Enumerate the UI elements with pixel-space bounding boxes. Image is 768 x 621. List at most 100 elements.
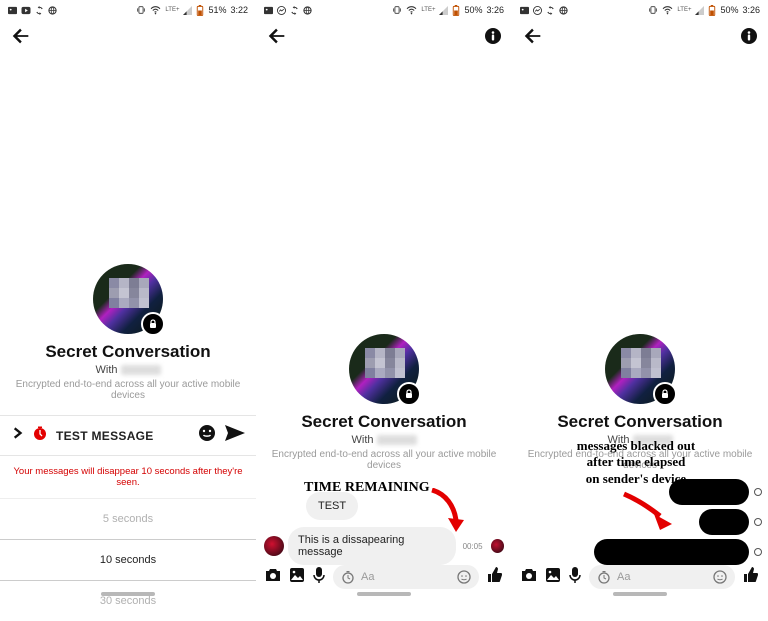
gallery-icon <box>289 567 305 583</box>
mic-button[interactable] <box>312 566 326 589</box>
input-bar: Aa <box>512 563 768 591</box>
info-icon <box>484 27 502 45</box>
subtitle: With <box>0 364 256 376</box>
send-icon <box>224 424 246 442</box>
lock-badge-icon <box>653 382 677 406</box>
camera-icon <box>520 567 538 583</box>
globe-icon <box>48 6 57 15</box>
panel-conversation-expired: LTE+ 50% 3:26 Secret Conversation With E… <box>512 0 768 597</box>
avatar[interactable] <box>605 334 675 404</box>
send-button[interactable] <box>224 424 246 447</box>
globe-icon <box>303 6 312 15</box>
back-button[interactable] <box>266 25 288 47</box>
compose-bar: TEST MESSAGE <box>0 415 256 456</box>
delivery-ring-icon <box>754 518 762 526</box>
input-timer-icon <box>341 570 355 584</box>
message-input[interactable]: Aa <box>333 565 479 589</box>
wifi-icon <box>662 6 673 15</box>
photo-icon <box>8 6 17 15</box>
battery-icon <box>452 5 460 16</box>
navbar <box>512 18 768 54</box>
back-arrow-icon <box>522 25 544 47</box>
input-smiley-icon <box>713 570 727 584</box>
timer-option-1[interactable]: 10 seconds <box>0 539 256 581</box>
sender-avatar-icon[interactable] <box>264 536 284 556</box>
clock: 3:26 <box>742 5 760 15</box>
signal-icon <box>439 6 448 15</box>
lock-badge-icon <box>141 312 165 336</box>
status-bar: LTE+ 50% 3:26 <box>512 0 768 18</box>
message-expired-2[interactable] <box>699 509 749 535</box>
chat-area <box>512 477 768 567</box>
back-arrow-icon <box>10 25 32 47</box>
battery-icon <box>196 5 204 16</box>
back-button[interactable] <box>522 25 544 47</box>
chevron-right-icon <box>10 426 24 440</box>
compose-input[interactable]: TEST MESSAGE <box>56 429 190 443</box>
globe-icon <box>559 6 568 15</box>
expand-button[interactable] <box>10 426 24 445</box>
thumbs-up-icon <box>742 566 760 584</box>
timer-option-0[interactable]: 5 seconds <box>0 498 256 539</box>
emoji-button[interactable] <box>198 424 216 447</box>
input-smiley-icon <box>457 570 471 584</box>
gallery-button[interactable] <box>289 567 305 588</box>
wifi-icon <box>150 6 161 15</box>
battery-icon <box>708 5 716 16</box>
home-indicator[interactable] <box>101 592 155 596</box>
chat-area: TEST This is a dissapearing message 00:0… <box>256 487 512 567</box>
avatar[interactable] <box>349 334 419 404</box>
seen-indicator-icon <box>491 539 504 553</box>
panel-conversation-live: LTE+ 50% 3:26 Secret Conversation With E… <box>256 0 512 597</box>
status-bar: LTE+ 51% 3:22 <box>0 0 256 18</box>
signal-icon <box>183 6 192 15</box>
sync-icon <box>546 6 555 15</box>
signal-icon <box>695 6 704 15</box>
battery-percent: 50% <box>720 5 738 15</box>
back-button[interactable] <box>10 25 32 47</box>
like-button[interactable] <box>486 566 504 589</box>
battery-percent: 50% <box>464 5 482 15</box>
vibrate-icon <box>136 5 146 15</box>
lock-badge-icon <box>397 382 421 406</box>
clock: 3:22 <box>230 5 248 15</box>
home-indicator[interactable] <box>613 592 667 596</box>
navbar <box>256 18 512 54</box>
camera-button[interactable] <box>520 567 538 588</box>
mic-button[interactable] <box>568 566 582 589</box>
status-bar: LTE+ 50% 3:26 <box>256 0 512 18</box>
vibrate-icon <box>392 5 402 15</box>
photo-icon <box>520 6 529 15</box>
input-timer-icon <box>597 570 611 584</box>
gallery-icon <box>545 567 561 583</box>
smiley-icon <box>198 424 216 442</box>
contact-name-redacted <box>121 365 161 375</box>
info-button[interactable] <box>740 27 758 45</box>
like-button[interactable] <box>742 566 760 589</box>
message-in-1[interactable]: This is a dissapearing message <box>288 527 456 565</box>
photo-icon <box>264 6 273 15</box>
gallery-button[interactable] <box>545 567 561 588</box>
encryption-note: Encrypted end-to-end across all your act… <box>256 449 512 471</box>
message-input[interactable]: Aa <box>589 565 735 589</box>
message-expired-3[interactable] <box>594 539 749 565</box>
input-placeholder: Aa <box>361 571 374 583</box>
lte-label: LTE+ <box>165 7 179 13</box>
page-title: Secret Conversation <box>0 342 256 362</box>
home-indicator[interactable] <box>357 592 411 596</box>
mic-icon <box>568 566 582 584</box>
battery-percent: 51% <box>208 5 226 15</box>
delivery-ring-icon <box>754 488 762 496</box>
camera-button[interactable] <box>264 567 282 588</box>
message-timer: 00:05 <box>463 542 483 551</box>
message-out-1[interactable]: TEST <box>306 492 358 520</box>
back-arrow-icon <box>266 25 288 47</box>
input-placeholder: Aa <box>617 571 630 583</box>
avatar[interactable] <box>93 264 163 334</box>
input-bar: Aa <box>256 563 512 591</box>
timer-option-2[interactable]: 30 seconds <box>0 581 256 621</box>
info-button[interactable] <box>484 27 502 45</box>
message-expired-1[interactable] <box>669 479 749 505</box>
sync-icon <box>35 6 44 15</box>
disappear-warning: Your messages will disappear 10 seconds … <box>0 456 256 498</box>
